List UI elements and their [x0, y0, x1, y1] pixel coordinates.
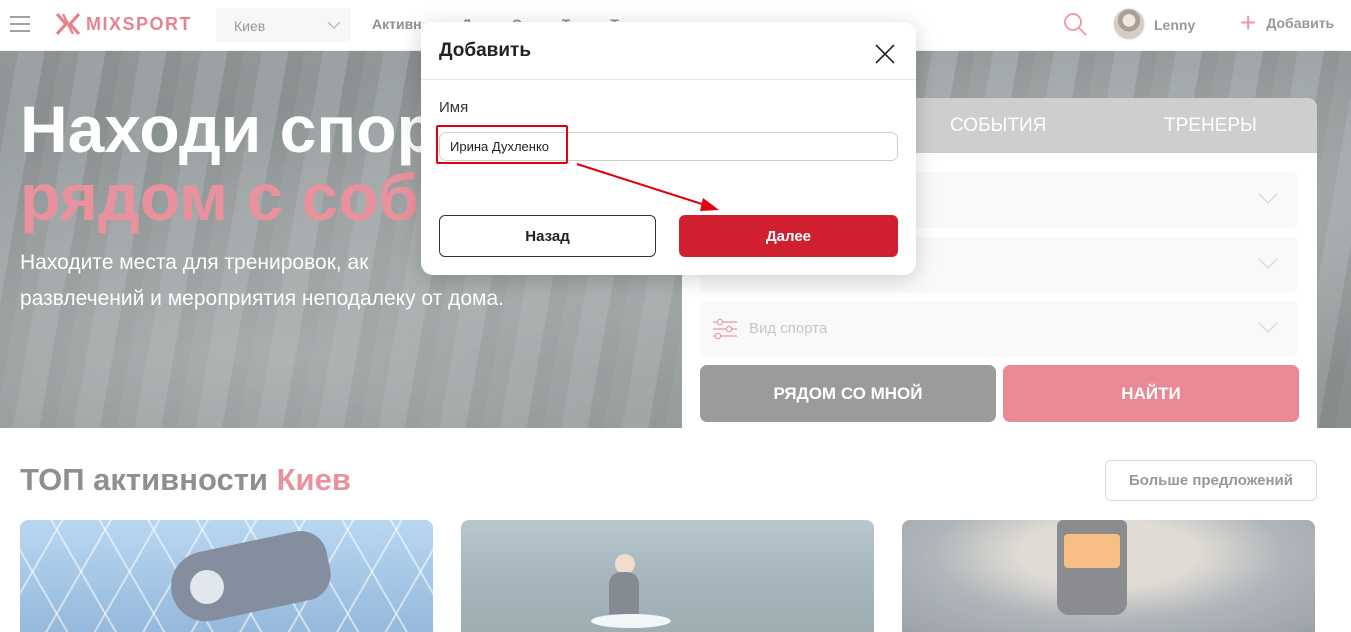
modal-divider: [421, 79, 916, 80]
back-button[interactable]: Назад: [439, 215, 656, 257]
name-input[interactable]: [439, 132, 898, 161]
add-modal: Добавить Имя Назад Далее: [421, 22, 916, 275]
close-icon: [875, 44, 895, 64]
name-label: Имя: [439, 99, 469, 116]
modal-title: Добавить: [439, 40, 532, 61]
next-button[interactable]: Далее: [679, 215, 898, 257]
close-button[interactable]: [873, 42, 897, 66]
